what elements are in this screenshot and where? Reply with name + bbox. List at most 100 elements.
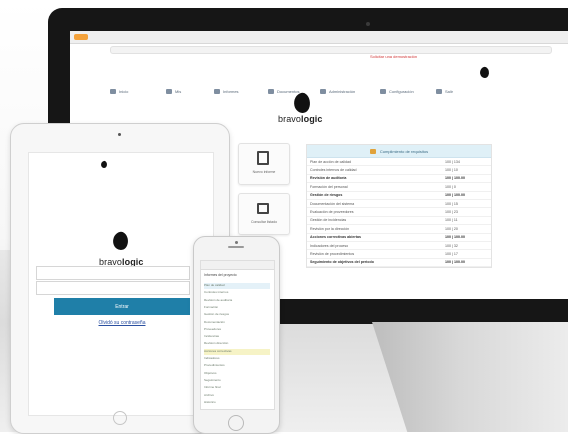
table-cell-value: 100 | 32 [445, 243, 458, 248]
iphone-screen: Informes del proyecto Plan de calidad Con… [200, 260, 275, 410]
browser-tab[interactable] [74, 34, 88, 40]
list-item[interactable]: Formación [204, 305, 270, 311]
camera-icon [366, 22, 370, 26]
admin-icon [320, 88, 326, 94]
table-cell-value: 100 | 23 [445, 210, 458, 215]
document-icon [257, 151, 269, 165]
brand-name: bravologic [278, 114, 323, 124]
table-cell-label: Documentación del sistema [310, 201, 355, 206]
table-cell-value: 100 | 0 [445, 184, 456, 189]
list-item[interactable]: Controles internos [204, 290, 270, 296]
settings-icon [380, 88, 386, 94]
list-item[interactable]: Archivo [204, 393, 270, 399]
table-row[interactable]: Revisión por la dirección 100 | 20 [307, 225, 491, 234]
nav-item-configuracion[interactable]: Configuración [380, 85, 414, 97]
phone-header: Informes del proyecto [204, 273, 237, 277]
tile-consultar-listado[interactable]: Consultar listado [238, 193, 290, 235]
browser-tab-bar [70, 31, 568, 44]
nav-item-inicio[interactable]: Inicio [110, 85, 128, 97]
list-item[interactable]: Plan de calidad [204, 283, 270, 289]
requirements-table: Cumplimiento de requisitos Plan de acció… [306, 144, 492, 269]
list-item[interactable]: Indicadores [204, 356, 270, 362]
list-item[interactable]: Revisión de auditoría [204, 298, 270, 304]
nav-item-informes[interactable]: Informes [214, 85, 239, 97]
table-row[interactable]: Gestión de incidencias 100 | 11 [307, 217, 491, 226]
bird-logo-icon [100, 155, 108, 173]
table-cell-value: 100 | 15 [445, 201, 458, 206]
table-cell-label: Revisión de procedimientos [310, 251, 355, 256]
username-field[interactable] [36, 266, 190, 280]
top-nav: Inicio Mis Informes Documentos Administr… [110, 85, 540, 99]
table-cell-value: 100 | 17 [445, 251, 458, 256]
demo-link[interactable]: Solicitar una demostración [370, 54, 417, 59]
table-cell-value: 100 | 11 [445, 218, 458, 223]
bird-logo-icon [292, 91, 312, 115]
table-cell-label: Controles internos de calidad [310, 168, 357, 173]
tile-nuevo-informe[interactable]: Nuevo informe [238, 143, 290, 185]
list-item[interactable]: Procedimientos [204, 363, 270, 369]
list-item[interactable]: Informe final [204, 385, 270, 391]
brand-logo [111, 230, 130, 255]
logout-icon [436, 88, 442, 94]
report-icon [214, 88, 220, 94]
list-item[interactable]: Incidencias [204, 334, 270, 340]
list-item[interactable]: Seguimiento [204, 378, 270, 384]
table-row[interactable]: Gestión de riesgos 100 | 100.00 [307, 192, 491, 200]
user-icon [166, 88, 172, 94]
speaker-icon [228, 246, 244, 248]
table-row[interactable]: Evaluación de proveedores 100 | 23 [307, 208, 491, 217]
table-cell-label: Formación del personal [310, 184, 348, 189]
nav-item-mis[interactable]: Mis [166, 85, 181, 97]
table-cell-value: 100 | 100.00 [445, 235, 465, 240]
nav-item-salir[interactable]: Salir [436, 85, 453, 97]
list-item[interactable]: Acciones correctivas [204, 348, 270, 355]
table-row[interactable]: Controles internos de calidad 100 | 10 [307, 166, 491, 175]
table-cell-label: Indicadores del proceso [310, 243, 349, 248]
phone-status-bar [201, 261, 274, 270]
table-header: Cumplimiento de requisitos [307, 145, 491, 158]
list-item[interactable]: Proveedores [204, 327, 270, 333]
table-cell-value: 100 | 134 [445, 159, 460, 164]
table-cell-label: Seguimiento de objetivos del periodo [310, 260, 374, 265]
table-cell-value: 100 | 10 [445, 168, 458, 173]
doc-icon [268, 88, 274, 94]
table-row[interactable]: Plan de acción de calidad 100 | 134 [307, 158, 491, 167]
phone-home-button [228, 415, 244, 431]
table-cell-label: Revisión por la dirección [310, 226, 350, 231]
table-row[interactable]: Documentación del sistema 100 | 15 [307, 200, 491, 209]
table-cell-label: Gestión de incidencias [310, 218, 347, 223]
camera-icon [118, 133, 121, 136]
home-icon [110, 88, 116, 94]
bird-logo-icon [111, 230, 130, 252]
table-row[interactable]: Revisión de procedimientos 100 | 17 [307, 250, 491, 259]
list-item[interactable]: Revisión dirección [204, 341, 270, 347]
table-row[interactable]: Formación del personal 100 | 0 [307, 183, 491, 192]
camera-icon [235, 241, 238, 244]
nav-item-administracion[interactable]: Administración [320, 85, 355, 97]
table-row[interactable]: Acciones correctivas abiertas 100 | 100.0… [307, 234, 491, 242]
list-item[interactable]: Gestión de riesgos [204, 312, 270, 318]
table-row[interactable]: Revisión de auditoría 100 | 100.00 [307, 175, 491, 184]
folder-icon [369, 148, 376, 154]
table-cell-label: Evaluación de proveedores [310, 210, 354, 215]
login-button[interactable]: Entrar [54, 298, 190, 315]
address-bar[interactable] [110, 46, 552, 54]
password-field[interactable] [36, 281, 190, 295]
ipad-home-button [113, 411, 127, 425]
table-cell-value: 100 | 100.00 [445, 260, 465, 265]
list-icon [257, 203, 269, 214]
table-cell-value: 100 | 20 [445, 226, 458, 231]
iphone-device: Informes del proyecto Plan de calidad Con… [193, 236, 280, 434]
table-cell-label: Revisión de auditoría [310, 176, 347, 181]
table-cell-value: 100 | 100.00 [445, 193, 465, 198]
list-item[interactable]: Objetivos [204, 371, 270, 377]
table-cell-value: 100 | 100.00 [445, 176, 465, 181]
table-row[interactable]: Indicadores del proceso 100 | 32 [307, 242, 491, 251]
list-item[interactable]: Documentación [204, 320, 270, 326]
table-row[interactable]: Seguimiento de objetivos del periodo 100 … [307, 259, 491, 268]
list-item[interactable]: Histórico [204, 400, 270, 406]
forgot-password-link[interactable]: Olvidó su contraseña [54, 320, 190, 326]
table-cell-label: Plan de acción de calidad [310, 159, 351, 164]
table-cell-label: Acciones correctivas abiertas [310, 235, 361, 240]
bird-logo-icon [478, 65, 491, 83]
